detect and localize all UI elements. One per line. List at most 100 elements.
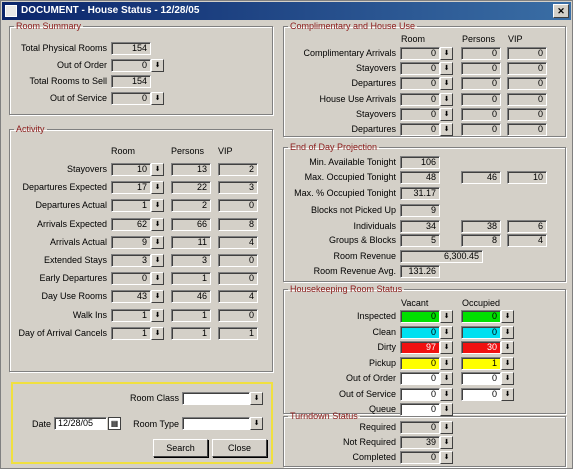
- housekeeping-occupied-dropdown-icon[interactable]: ⬇: [501, 387, 514, 401]
- turndown-value[interactable]: 0: [400, 451, 440, 464]
- activity-room-dropdown-icon[interactable]: ⬇: [151, 308, 164, 322]
- housekeeping-header-vacant: Vacant: [401, 298, 429, 308]
- housekeeping-vacant-value[interactable]: 0: [400, 356, 440, 370]
- housekeeping-occupied-dropdown-icon[interactable]: ⬇: [501, 341, 514, 354]
- turndown-dropdown-icon[interactable]: ⬇: [440, 451, 453, 464]
- activity-persons-value: 2: [171, 199, 211, 213]
- housekeeping-row-label: Out of Service: [338, 388, 396, 399]
- activity-room-value[interactable]: 3: [111, 254, 151, 267]
- turndown-value[interactable]: 0: [400, 421, 440, 434]
- activity-room-dropdown-icon[interactable]: ⬇: [151, 217, 164, 231]
- housekeeping-occupied-value[interactable]: 0: [461, 372, 501, 385]
- housekeeping-row-label: Inspected: [356, 311, 396, 321]
- housekeeping-occupied-value[interactable]: 0: [461, 387, 501, 401]
- comp-room-dropdown-icon[interactable]: ⬇: [440, 77, 453, 91]
- activity-room-value[interactable]: 1: [111, 308, 151, 322]
- activity-header-vip: VIP: [218, 146, 233, 156]
- housekeeping-occupied-value[interactable]: 0: [461, 310, 501, 323]
- close-window-icon[interactable]: ✕: [553, 4, 569, 18]
- housekeeping-vacant-dropdown-icon[interactable]: ⬇: [440, 387, 453, 401]
- comp-vip-value: 0: [507, 107, 547, 121]
- comp-row-label: Complimentary Arrivals: [303, 48, 396, 58]
- search-button[interactable]: Search: [153, 439, 208, 457]
- window-title: DOCUMENT - House Status - 12/28/05: [21, 5, 200, 16]
- housekeeping-vacant-dropdown-icon[interactable]: ⬇: [440, 372, 453, 385]
- eod-persons-value: 8: [461, 234, 501, 247]
- activity-room-dropdown-icon[interactable]: ⬇: [151, 326, 164, 340]
- comp-room-dropdown-icon[interactable]: ⬇: [440, 62, 453, 76]
- activity-vip-value: 2: [218, 163, 258, 176]
- turndown-value[interactable]: 39: [400, 436, 440, 449]
- housekeeping-vacant-value[interactable]: 0: [400, 310, 440, 323]
- eod-row-label: Room Revenue Avg.: [313, 266, 396, 276]
- activity-room-value[interactable]: 43: [111, 290, 151, 304]
- activity-vip-value: 0: [218, 272, 258, 286]
- room-class-input[interactable]: [182, 392, 250, 405]
- housekeeping-occupied-value[interactable]: 30: [461, 341, 501, 354]
- activity-room-value[interactable]: 0: [111, 272, 151, 286]
- comp-room-dropdown-icon[interactable]: ⬇: [440, 47, 453, 60]
- comp-room-value[interactable]: 0: [400, 92, 440, 106]
- activity-room-dropdown-icon[interactable]: ⬇: [151, 290, 164, 304]
- housekeeping-vacant-value[interactable]: 0: [400, 372, 440, 385]
- housekeeping-occupied-value[interactable]: 0: [461, 325, 501, 339]
- comp-room-dropdown-icon[interactable]: ⬇: [440, 92, 453, 106]
- turndown-dropdown-icon[interactable]: ⬇: [440, 436, 453, 449]
- housekeeping-occupied-dropdown-icon[interactable]: ⬇: [501, 310, 514, 323]
- activity-room-dropdown-icon[interactable]: ⬇: [151, 181, 164, 195]
- activity-room-dropdown-icon[interactable]: ⬇: [151, 254, 164, 267]
- housekeeping-vacant-value[interactable]: 0: [400, 387, 440, 401]
- close-button[interactable]: Close: [212, 439, 267, 457]
- room-type-dropdown-icon[interactable]: ⬇: [250, 417, 263, 430]
- housekeeping-occupied-value[interactable]: 1: [461, 356, 501, 370]
- comp-header-vip: VIP: [508, 34, 523, 44]
- eod-row-label: Min. Available Tonight: [309, 157, 396, 167]
- room-type-label: Room Type: [133, 419, 179, 429]
- activity-room-value[interactable]: 1: [111, 326, 151, 340]
- housekeeping-occupied-dropdown-icon[interactable]: ⬇: [501, 356, 514, 370]
- activity-persons-value: 1: [171, 308, 211, 322]
- date-input[interactable]: 12/28/05: [54, 417, 107, 430]
- housekeeping-occupied-dropdown-icon[interactable]: ⬇: [501, 325, 514, 339]
- comp-vip-value: 0: [507, 47, 547, 60]
- housekeeping-occupied-dropdown-icon[interactable]: ⬇: [501, 372, 514, 385]
- activity-row-label: Day of Arrival Cancels: [18, 327, 107, 338]
- eod-value: 131.26: [400, 265, 440, 278]
- room-summary-value[interactable]: 0: [111, 58, 151, 72]
- activity-vip-value: 1: [218, 326, 258, 340]
- comp-room-dropdown-icon[interactable]: ⬇: [440, 123, 453, 136]
- turndown-dropdown-icon[interactable]: ⬇: [440, 421, 453, 434]
- calendar-icon[interactable]: ▦: [108, 417, 121, 430]
- room-summary-value[interactable]: 0: [111, 91, 151, 105]
- activity-room-value[interactable]: 17: [111, 181, 151, 195]
- housekeeping-vacant-dropdown-icon[interactable]: ⬇: [440, 341, 453, 354]
- housekeeping-vacant-value[interactable]: 97: [400, 341, 440, 354]
- activity-persons-value: 46: [171, 290, 211, 304]
- comp-room-value[interactable]: 0: [400, 123, 440, 136]
- activity-room-value[interactable]: 10: [111, 163, 151, 176]
- activity-room-dropdown-icon[interactable]: ⬇: [151, 163, 164, 176]
- activity-room-dropdown-icon[interactable]: ⬇: [151, 235, 164, 249]
- comp-row-label: Departures: [351, 78, 396, 89]
- activity-room-dropdown-icon[interactable]: ⬇: [151, 199, 164, 213]
- housekeeping-vacant-dropdown-icon[interactable]: ⬇: [440, 310, 453, 323]
- comp-room-value[interactable]: 0: [400, 107, 440, 121]
- comp-room-value[interactable]: 0: [400, 62, 440, 76]
- housekeeping-vacant-dropdown-icon[interactable]: ⬇: [440, 356, 453, 370]
- room-type-input[interactable]: [182, 417, 250, 430]
- activity-room-dropdown-icon[interactable]: ⬇: [151, 272, 164, 286]
- comp-room-value[interactable]: 0: [400, 47, 440, 60]
- housekeeping-vacant-value[interactable]: 0: [400, 325, 440, 339]
- activity-room-value[interactable]: 1: [111, 199, 151, 213]
- activity-room-value[interactable]: 62: [111, 217, 151, 231]
- eod-row-label: Max. % Occupied Tonight: [294, 188, 396, 198]
- comp-room-value[interactable]: 0: [400, 77, 440, 91]
- room-class-dropdown-icon[interactable]: ⬇: [250, 392, 263, 405]
- room-summary-dropdown-icon[interactable]: ⬇: [151, 91, 164, 105]
- comp-room-dropdown-icon[interactable]: ⬇: [440, 107, 453, 121]
- activity-vip-value: 0: [218, 199, 258, 213]
- housekeeping-vacant-dropdown-icon[interactable]: ⬇: [440, 325, 453, 339]
- activity-room-value[interactable]: 9: [111, 235, 151, 249]
- room-summary-dropdown-icon[interactable]: ⬇: [151, 58, 164, 72]
- comp-header-persons: Persons: [462, 34, 496, 44]
